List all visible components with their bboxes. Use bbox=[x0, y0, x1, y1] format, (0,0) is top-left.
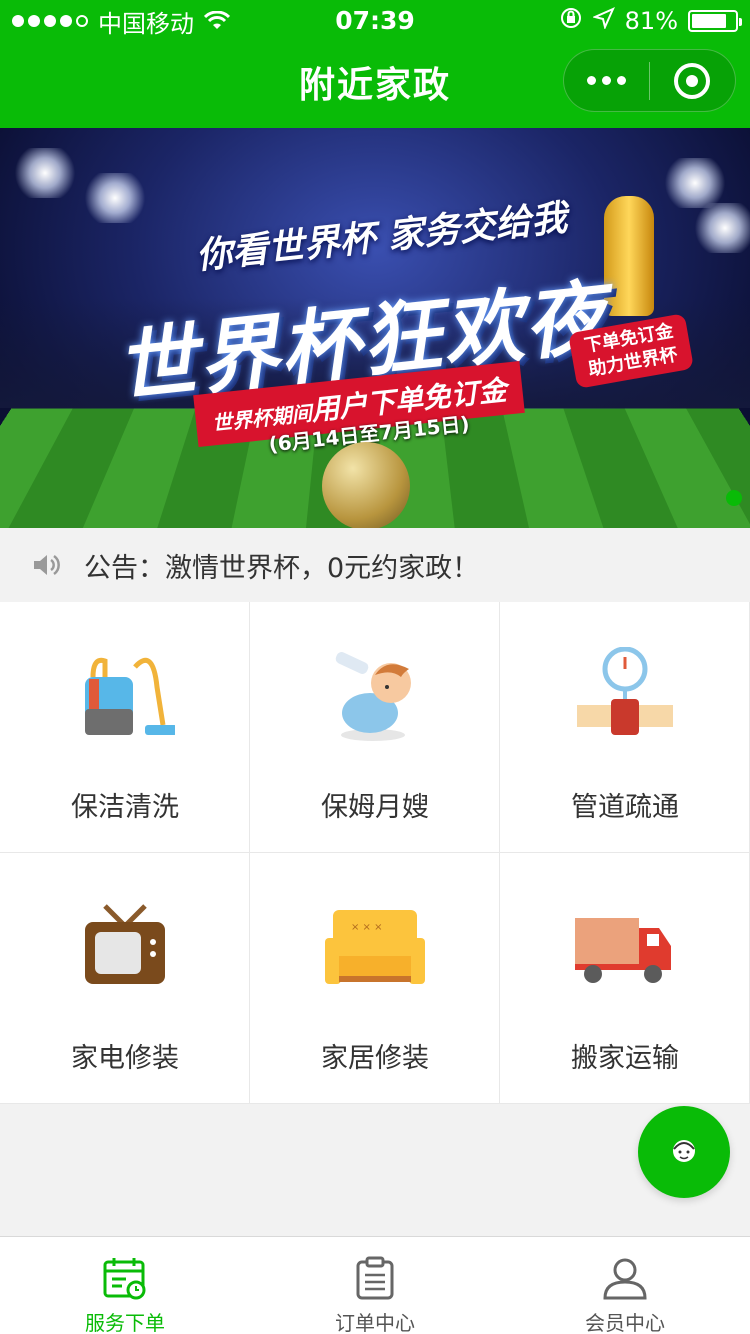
service-grid: 保洁清洗 保姆月嫂 管道疏通 家电修装 × × × 家居修装 搬家运输 bbox=[0, 602, 750, 1104]
speaker-icon bbox=[32, 552, 62, 582]
pipe-icon bbox=[575, 646, 675, 747]
truck-icon bbox=[575, 898, 675, 998]
service-moving[interactable]: 搬家运输 bbox=[500, 853, 750, 1104]
location-icon bbox=[591, 7, 615, 35]
promo-banner[interactable]: 你看世界杯 家务交给我 世界杯狂欢夜 世界杯期间用户下单免订金 (6月14日至7… bbox=[0, 128, 750, 528]
clipboard-icon bbox=[352, 1255, 398, 1301]
trophy-icon bbox=[604, 196, 654, 316]
stadium-light-icon bbox=[660, 158, 730, 208]
stadium-light-icon bbox=[80, 173, 150, 223]
close-button[interactable] bbox=[650, 49, 735, 112]
announcement-bar[interactable]: 公告：激情世界杯，0元约家政！ bbox=[0, 528, 750, 601]
more-dots-icon bbox=[587, 76, 596, 85]
more-button[interactable] bbox=[564, 49, 649, 112]
customer-service-icon bbox=[669, 1135, 699, 1169]
service-label: 管道疏通 bbox=[571, 792, 679, 823]
service-label: 家居修装 bbox=[321, 1043, 429, 1074]
announcement-text: 公告：激情世界杯，0元约家政！ bbox=[84, 553, 480, 584]
tab-order-center[interactable]: 订单中心 bbox=[250, 1237, 500, 1334]
service-furniture[interactable]: × × × 家居修装 bbox=[250, 853, 500, 1104]
user-icon bbox=[602, 1255, 648, 1301]
football-icon bbox=[322, 442, 410, 528]
svg-text:× × ×: × × × bbox=[351, 922, 383, 933]
orientation-lock-icon bbox=[559, 6, 583, 36]
sofa-icon: × × × bbox=[325, 898, 425, 998]
customer-service-button[interactable] bbox=[638, 1106, 730, 1198]
service-plumbing[interactable]: 管道疏通 bbox=[500, 602, 750, 853]
service-nanny[interactable]: 保姆月嫂 bbox=[250, 602, 500, 853]
calendar-icon bbox=[102, 1255, 148, 1301]
tab-label: 服务下单 bbox=[85, 1311, 165, 1334]
service-label: 保姆月嫂 bbox=[321, 792, 429, 823]
tab-label: 订单中心 bbox=[335, 1311, 415, 1334]
battery-icon bbox=[688, 10, 742, 32]
service-cleaning[interactable]: 保洁清洗 bbox=[0, 602, 250, 853]
carousel-indicator[interactable] bbox=[726, 490, 742, 506]
tv-icon bbox=[75, 898, 175, 998]
top-header: 中国移动 07:39 81% 附近家政 bbox=[0, 0, 750, 128]
close-ring-icon bbox=[674, 62, 711, 99]
stadium-light-icon bbox=[690, 203, 750, 253]
battery-percent: 81% bbox=[624, 7, 678, 35]
tab-service-order[interactable]: 服务下单 bbox=[0, 1237, 250, 1334]
tab-member-center[interactable]: 会员中心 bbox=[500, 1237, 750, 1334]
service-label: 保洁清洗 bbox=[71, 792, 179, 823]
vacuum-icon bbox=[75, 647, 177, 747]
stadium-light-icon bbox=[10, 148, 80, 198]
status-bar: 中国移动 07:39 81% bbox=[0, 0, 750, 40]
tab-bar: 服务下单 订单中心 会员中心 bbox=[0, 1236, 750, 1334]
service-label: 搬家运输 bbox=[571, 1043, 679, 1074]
baby-icon bbox=[325, 647, 425, 747]
service-appliance[interactable]: 家电修装 bbox=[0, 853, 250, 1104]
mini-program-capsule bbox=[563, 49, 736, 112]
status-right: 81% bbox=[559, 6, 742, 36]
tab-label: 会员中心 bbox=[585, 1311, 665, 1334]
service-label: 家电修装 bbox=[71, 1043, 179, 1074]
